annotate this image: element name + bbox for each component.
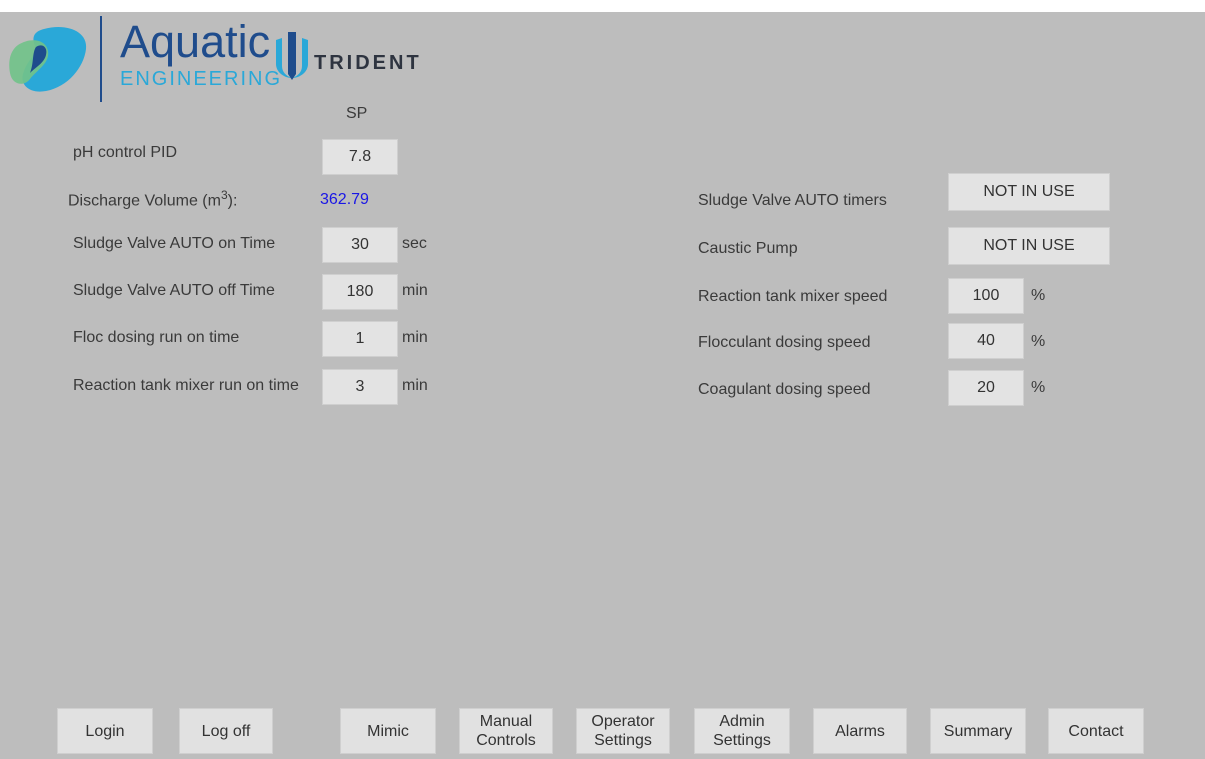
sludge-valve-on-label: Sludge Valve AUTO on Time xyxy=(73,235,276,252)
coagulant-speed-field[interactable]: 20 xyxy=(948,370,1024,406)
brand-name: Aquatic xyxy=(120,16,271,67)
sludge-valve-timers-status[interactable]: NOT IN USE xyxy=(948,173,1110,211)
sludge-valve-off-unit: min xyxy=(402,282,428,299)
mixer-run-on-label: Reaction tank mixer run on time xyxy=(73,377,299,394)
ph-setpoint-field[interactable]: 7.8 xyxy=(322,139,398,175)
logo-divider xyxy=(100,16,102,102)
discharge-volume-label: Discharge Volume (m3): xyxy=(68,188,238,210)
mimic-button[interactable]: Mimic xyxy=(340,708,436,754)
partner-name: TRIDENT xyxy=(314,52,422,74)
logoff-button[interactable]: Log off xyxy=(179,708,273,754)
sludge-valve-on-field[interactable]: 30 xyxy=(322,227,398,263)
flocculant-speed-unit: % xyxy=(1031,333,1046,350)
caustic-pump-status[interactable]: NOT IN USE xyxy=(948,227,1110,265)
operator-settings-button[interactable]: Operator Settings xyxy=(576,708,670,754)
reaction-mixer-speed-label: Reaction tank mixer speed xyxy=(698,288,888,305)
flocculant-speed-field[interactable]: 40 xyxy=(948,323,1024,359)
caustic-pump-label: Caustic Pump xyxy=(698,240,798,257)
login-button[interactable]: Login xyxy=(57,708,153,754)
brand-subtitle: ENGINEERING xyxy=(120,68,283,90)
mixer-run-on-unit: min xyxy=(402,377,428,394)
reaction-mixer-speed-unit: % xyxy=(1031,287,1046,304)
summary-button[interactable]: Summary xyxy=(930,708,1026,754)
sludge-valve-timers-label: Sludge Valve AUTO timers xyxy=(698,192,887,209)
ph-control-label: pH control PID xyxy=(73,144,178,161)
reaction-mixer-speed-field[interactable]: 100 xyxy=(948,278,1024,314)
admin-settings-button[interactable]: Admin Settings xyxy=(694,708,790,754)
aquatic-logo-icon xyxy=(9,27,87,92)
sludge-valve-off-field[interactable]: 180 xyxy=(322,274,398,310)
discharge-volume-value: 362.79 xyxy=(320,191,369,208)
coagulant-speed-label: Coagulant dosing speed xyxy=(698,381,871,398)
trident-logo-icon xyxy=(276,32,308,80)
setpoint-header: SP xyxy=(346,105,368,122)
floc-dosing-label: Floc dosing run on time xyxy=(73,329,240,346)
hmi-screen: Aquatic ENGINEERING TRIDENT SP pH contro… xyxy=(0,12,1205,759)
alarms-button[interactable]: Alarms xyxy=(813,708,907,754)
manual-controls-button[interactable]: Manual Controls xyxy=(459,708,553,754)
mixer-run-on-field[interactable]: 3 xyxy=(322,369,398,405)
sludge-valve-on-unit: sec xyxy=(402,235,427,252)
contact-button[interactable]: Contact xyxy=(1048,708,1144,754)
floc-dosing-field[interactable]: 1 xyxy=(322,321,398,357)
flocculant-speed-label: Flocculant dosing speed xyxy=(698,334,871,351)
floc-dosing-unit: min xyxy=(402,329,428,346)
coagulant-speed-unit: % xyxy=(1031,379,1046,396)
sludge-valve-off-label: Sludge Valve AUTO off Time xyxy=(73,282,275,299)
